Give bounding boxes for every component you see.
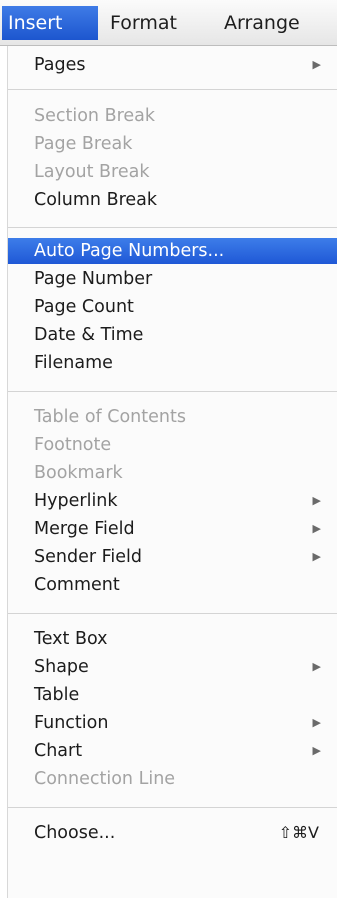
submenu-arrow-icon: ▶ (312, 58, 321, 71)
menu-item-label: Page Number (34, 269, 153, 289)
menu-separator (8, 613, 337, 614)
menu-item-page-number[interactable]: Page Number (8, 266, 337, 292)
menu-item-label: Hyperlink (34, 491, 118, 511)
menu-item-label: Table (34, 685, 80, 705)
submenu-arrow-icon: ▶ (312, 716, 321, 729)
menu-item-page-break: Page Break (8, 131, 337, 157)
menu-item-pages[interactable]: Pages ▶ (8, 52, 337, 78)
menu-item-date-time[interactable]: Date & Time (8, 322, 337, 348)
menu-item-text-box[interactable]: Text Box (8, 626, 337, 652)
menu-item-label: Comment (34, 575, 120, 595)
menu-item-label: Filename (34, 353, 113, 373)
menu-item-layout-break: Layout Break (8, 159, 337, 185)
menu-item-footnote: Footnote (8, 432, 337, 458)
menu-item-filename[interactable]: Filename (8, 350, 337, 376)
menu-item-column-break[interactable]: Column Break (8, 187, 337, 213)
menu-item-connection-line: Connection Line (8, 766, 337, 792)
menu-item-table[interactable]: Table (8, 682, 337, 708)
menu-item-label: Pages (34, 55, 86, 75)
menu-item-hyperlink[interactable]: Hyperlink ▶ (8, 488, 337, 514)
menu-item-label: Footnote (34, 435, 112, 455)
menu-item-table-of-contents: Table of Contents (8, 404, 337, 430)
submenu-arrow-icon: ▶ (312, 522, 321, 535)
menu-item-label: Page Count (34, 297, 134, 317)
menu-item-label: Section Break (34, 106, 156, 126)
submenu-arrow-icon: ▶ (312, 550, 321, 563)
menu-item-label: Layout Break (34, 162, 150, 182)
menu-item-label: Date & Time (34, 325, 144, 345)
menu-insert[interactable]: Insert (2, 6, 98, 40)
menu-item-label: Chart (34, 741, 83, 761)
menu-item-label: Connection Line (34, 769, 176, 789)
menu-item-choose[interactable]: Choose... ⇧⌘V (8, 820, 337, 846)
menu-item-label: Shape (34, 657, 89, 677)
submenu-arrow-icon: ▶ (312, 744, 321, 757)
submenu-arrow-icon: ▶ (312, 660, 321, 673)
menu-item-label: Page Break (34, 134, 133, 154)
menu-item-comment[interactable]: Comment (8, 572, 337, 598)
menu-item-shape[interactable]: Shape ▶ (8, 654, 337, 680)
menu-item-bookmark: Bookmark (8, 460, 337, 486)
menu-item-label: Table of Contents (34, 407, 186, 427)
keyboard-shortcut: ⇧⌘V (278, 823, 319, 842)
menu-bar: Insert Format Arrange (0, 0, 337, 46)
menu-item-sender-field[interactable]: Sender Field ▶ (8, 544, 337, 570)
insert-dropdown-menu: Pages ▶ Section Break Page Break Layout … (8, 46, 337, 898)
menu-item-chart[interactable]: Chart ▶ (8, 738, 337, 764)
menu-item-merge-field[interactable]: Merge Field ▶ (8, 516, 337, 542)
menu-item-label: Text Box (34, 629, 108, 649)
menu-separator (8, 807, 337, 808)
menu-item-label: Bookmark (34, 463, 123, 483)
menu-separator (8, 227, 337, 228)
menu-separator (8, 89, 337, 90)
menu-item-label: Column Break (34, 190, 158, 210)
menu-item-label: Choose... (34, 823, 116, 843)
menu-item-function[interactable]: Function ▶ (8, 710, 337, 736)
menu-item-label: Merge Field (34, 519, 135, 539)
menu-format[interactable]: Format (104, 6, 210, 40)
menu-item-label: Sender Field (34, 547, 142, 567)
menu-item-section-break: Section Break (8, 103, 337, 129)
menu-item-label: Function (34, 713, 109, 733)
menu-item-auto-page-numbers[interactable]: Auto Page Numbers... (8, 238, 337, 264)
menu-arrange[interactable]: Arrange (218, 6, 336, 40)
menu-item-label: Auto Page Numbers... (34, 241, 225, 261)
menu-separator (8, 391, 337, 392)
menu-item-page-count[interactable]: Page Count (8, 294, 337, 320)
submenu-arrow-icon: ▶ (312, 494, 321, 507)
